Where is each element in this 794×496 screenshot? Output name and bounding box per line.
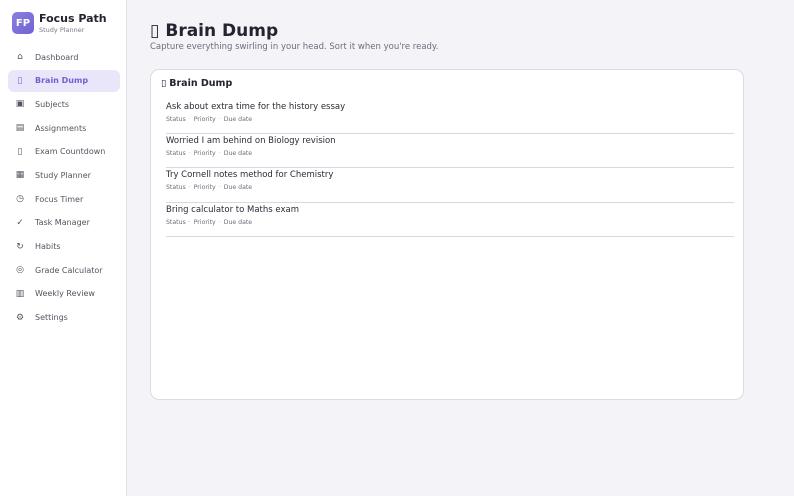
entry-meta: Status · Priority · Due date — [166, 219, 252, 226]
sidebar-item-grade-calculator[interactable]: ◎ Grade Calculator — [8, 259, 120, 281]
check-icon: ✓ — [16, 217, 24, 228]
status-field[interactable]: Status — [166, 150, 186, 157]
sidebar-item-habits[interactable]: ↻ Habits — [8, 236, 120, 258]
book-icon: ▣ — [15, 99, 25, 110]
entry-meta: Status · Priority · Due date — [166, 150, 252, 157]
entry-text: Worried I am behind on Biology revision — [166, 136, 336, 147]
clipboard-icon: ▤ — [15, 123, 25, 134]
sidebar-item-label: Settings — [35, 313, 68, 323]
meta-separator: · — [218, 150, 221, 158]
sidebar-item-assignments[interactable]: ▤ Assignments — [8, 117, 120, 139]
chart-icon: ▥ — [15, 288, 25, 299]
priority-field[interactable]: Priority — [194, 150, 216, 157]
sidebar-item-subjects[interactable]: ▣ Subjects — [8, 93, 120, 115]
brand-logo: FP — [12, 12, 34, 34]
sidebar-item-label: Grade Calculator — [35, 265, 103, 275]
clock-icon: ◷ — [16, 194, 24, 205]
meta-separator: · — [218, 184, 221, 192]
entry-meta: Status · Priority · Due date — [166, 184, 252, 191]
due-date-field[interactable]: Due date — [224, 116, 252, 123]
priority-field[interactable]: Priority — [194, 219, 216, 226]
page-subtitle: Capture everything swirling in your head… — [150, 42, 439, 52]
status-field[interactable]: Status — [166, 116, 186, 123]
brain-dump-card: ▯ Brain Dump Ask about extra time for the… — [150, 69, 744, 400]
meta-separator: · — [188, 150, 191, 158]
entry-meta: Status · Priority · Due date — [166, 116, 252, 123]
sidebar-item-label: Task Manager — [35, 218, 90, 228]
sidebar-item-label: Weekly Review — [35, 289, 95, 299]
sidebar-item-label: Exam Countdown — [35, 147, 106, 157]
home-icon: ⌂ — [17, 52, 23, 62]
meta-separator: · — [218, 116, 221, 123]
sidebar-item-study-planner[interactable]: ▦ Study Planner — [8, 164, 120, 186]
hourglass-icon: ▯ — [17, 146, 23, 157]
status-field[interactable]: Status — [166, 184, 186, 191]
sidebar-item-label: Brain Dump — [35, 76, 89, 86]
gear-icon: ⚙ — [15, 312, 25, 323]
sidebar-item-brain-dump[interactable]: ▯ Brain Dump — [8, 69, 120, 92]
sidebar-item-label: Focus Timer — [35, 194, 84, 204]
sidebar-item-label: Dashboard — [35, 52, 79, 62]
status-field[interactable]: Status — [166, 219, 186, 226]
brain-icon: ▯ — [150, 21, 160, 41]
meta-separator: · — [188, 116, 191, 123]
brain-dump-list: Ask about extra time for the history ess… — [166, 100, 734, 237]
sidebar-nav: ⌂ Dashboard ▯ Brain Dump ▣ Subjects ▤ Assign… — [8, 46, 120, 330]
list-item[interactable]: Worried I am behind on Biology revision … — [166, 134, 734, 169]
card-title: ▯ Brain Dump — [161, 78, 232, 89]
sidebar-item-label: Assignments — [35, 123, 87, 133]
sidebar-item-label: Study Planner — [35, 170, 91, 180]
card-title-text: Brain Dump — [169, 78, 233, 89]
brand[interactable]: FP Focus Path Study Planner — [12, 12, 107, 35]
priority-field[interactable]: Priority — [194, 184, 216, 191]
due-date-field[interactable]: Due date — [224, 219, 252, 226]
calendar-icon: ▦ — [15, 170, 25, 181]
sidebar-item-weekly-review[interactable]: ▥ Weekly Review — [8, 283, 120, 305]
page-title: ▯ Brain Dump — [150, 21, 278, 41]
list-item[interactable]: Ask about extra time for the history ess… — [166, 100, 734, 135]
target-icon: ◎ — [16, 265, 24, 276]
sidebar-item-label: Habits — [35, 242, 61, 251]
meta-separator: · — [218, 218, 221, 226]
sidebar-item-focus-timer[interactable]: ◷ Focus Timer — [8, 188, 120, 210]
due-date-field[interactable]: Due date — [224, 184, 252, 191]
entry-text: Try Cornell notes method for Chemistry — [166, 170, 334, 181]
entry-text: Bring calculator to Maths exam — [166, 204, 300, 215]
sidebar-item-task-manager[interactable]: ✓ Task Manager — [8, 212, 120, 234]
brand-subtitle: Study Planner — [39, 26, 85, 34]
refresh-icon: ↻ — [16, 241, 24, 252]
meta-separator: · — [188, 184, 191, 192]
brand-text: Focus Path Study Planner — [39, 12, 107, 35]
sidebar: FP Focus Path Study Planner ⌂ Dashboard ▯… — [0, 0, 127, 496]
list-item[interactable]: Bring calculator to Maths exam Status · Pr… — [166, 203, 734, 237]
entry-text: Ask about extra time for the history ess… — [166, 102, 346, 112]
priority-field[interactable]: Priority — [194, 116, 216, 123]
meta-separator: · — [188, 218, 191, 226]
list-item[interactable]: Try Cornell notes method for Chemistry S… — [166, 168, 734, 203]
brain-icon: ▯ — [17, 75, 23, 86]
sidebar-item-label: Subjects — [35, 99, 70, 109]
sidebar-item-exam-countdown[interactable]: ▯ Exam Countdown — [8, 141, 120, 163]
sidebar-item-dashboard[interactable]: ⌂ Dashboard — [8, 46, 120, 68]
brand-name: Focus Path — [39, 12, 107, 25]
brain-icon: ▯ — [161, 78, 167, 89]
due-date-field[interactable]: Due date — [224, 150, 252, 157]
page-title-text: Brain Dump — [165, 21, 279, 41]
sidebar-item-settings[interactable]: ⚙ Settings — [8, 307, 120, 329]
